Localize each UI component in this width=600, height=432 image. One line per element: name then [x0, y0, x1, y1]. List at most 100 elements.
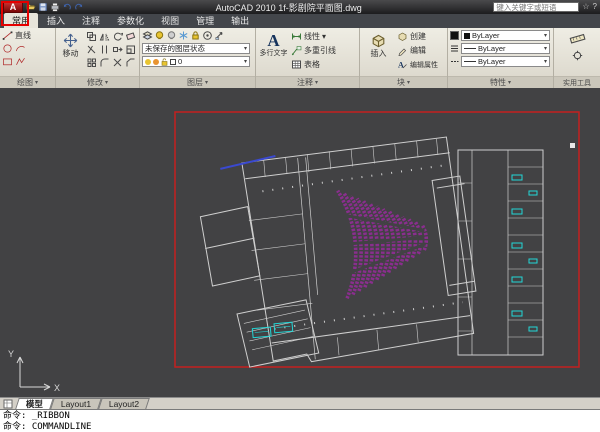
multileader-button[interactable]: 多重引线: [291, 44, 357, 57]
edit-block-icon: [397, 45, 408, 56]
panel-label-properties[interactable]: 特性 ▾: [448, 76, 553, 88]
layer-dropdown[interactable]: 0 ▾: [142, 56, 250, 67]
panel-label-draw[interactable]: 绘图 ▾: [0, 76, 55, 88]
lineweight-value: ByLayer: [478, 44, 506, 53]
dropdown-arrow-icon: ▾: [544, 32, 547, 39]
layer-isolate-icon[interactable]: [202, 30, 213, 41]
modify-tool-grid: [85, 30, 137, 76]
object-color-icon[interactable]: [450, 31, 459, 40]
svg-text:A: A: [398, 61, 404, 70]
trim-icon[interactable]: [85, 43, 98, 56]
unlock-icon: [161, 58, 168, 66]
rectangle-icon[interactable]: [2, 56, 13, 67]
tab-layout1[interactable]: Layout1: [50, 398, 102, 409]
offset-icon[interactable]: [98, 43, 111, 56]
mirror-icon[interactable]: [98, 30, 111, 43]
mtext-label: 多行文字: [260, 50, 288, 58]
fillet-icon[interactable]: [98, 56, 111, 69]
panel-label-annotation[interactable]: 注释 ▾: [256, 76, 359, 88]
layer-properties-icon[interactable]: [142, 30, 153, 41]
edit-attributes-button[interactable]: A 编辑属性: [397, 58, 445, 71]
grip-point[interactable]: [570, 143, 575, 148]
tab-layout2[interactable]: Layout2: [98, 398, 150, 409]
move-button[interactable]: 移动: [58, 30, 83, 76]
undo-icon[interactable]: [62, 2, 72, 12]
scale-icon[interactable]: [124, 43, 137, 56]
chamfer-icon[interactable]: [124, 56, 137, 69]
linetype-value: ByLayer: [478, 57, 506, 66]
layer-lock-icon[interactable]: [190, 30, 201, 41]
table-icon: [291, 59, 302, 70]
mtext-button[interactable]: A 多行文字: [258, 30, 289, 76]
layer-on-icon[interactable]: [154, 30, 165, 41]
search-input[interactable]: [493, 2, 579, 12]
ribbon-tab-insert[interactable]: 插入: [39, 13, 73, 28]
title-bar: A AutoCAD 2010 1f-影剧院平面图.dwg ☆ ?: [0, 0, 600, 14]
lineweight-dropdown[interactable]: ByLayer ▾: [461, 43, 550, 54]
plot-icon[interactable]: [50, 2, 60, 12]
ribbon-tab-manage[interactable]: 管理: [188, 13, 222, 28]
create-block-button[interactable]: 创建: [397, 30, 445, 43]
panel-properties: ByLayer ▾ ByLayer ▾: [448, 28, 554, 88]
cyan-fixtures-right: [512, 175, 537, 331]
main-building-block: [195, 136, 480, 371]
linetype-dropdown[interactable]: ByLayer ▾: [461, 56, 550, 67]
dropdown-arrow-icon: ▾: [35, 79, 38, 86]
circle-icon[interactable]: [2, 43, 13, 54]
layout-tab-nav[interactable]: [3, 399, 13, 409]
model-space-icon: [3, 399, 13, 409]
save-icon[interactable]: [38, 2, 48, 12]
layer-tools-row: [142, 30, 250, 41]
layer-match-icon[interactable]: [214, 30, 225, 41]
panel-label-block[interactable]: 块 ▾: [360, 76, 447, 88]
ribbon-tab-bar: 常用 插入 注释 参数化 视图 管理 输出: [0, 14, 600, 28]
drawing-canvas[interactable]: Y X: [0, 91, 600, 397]
measure-icon[interactable]: [569, 30, 586, 47]
lineweight-icon[interactable]: [450, 44, 459, 53]
erase-icon[interactable]: [124, 30, 137, 43]
tab-model[interactable]: 模型: [15, 398, 54, 409]
explode-icon[interactable]: [111, 56, 124, 69]
copy-icon[interactable]: [85, 30, 98, 43]
layer-freeze-icon[interactable]: [178, 30, 189, 41]
dropdown-arrow-icon: ▾: [544, 58, 547, 65]
help-icon[interactable]: ?: [593, 2, 597, 12]
table-button[interactable]: 表格: [291, 58, 357, 71]
command-line-window[interactable]: 命令: _RIBBON 命令: COMMANDLINE: [0, 409, 600, 432]
layer-off-icon[interactable]: [166, 30, 177, 41]
insert-block-button[interactable]: 插入: [362, 30, 395, 76]
multileader-icon: [291, 45, 302, 56]
panel-modify: 移动 修改 ▾: [56, 28, 140, 88]
ribbon-tab-annotate[interactable]: 注释: [74, 13, 108, 28]
array-icon[interactable]: [85, 56, 98, 69]
drawing-area[interactable]: Y X: [0, 88, 600, 397]
multileader-label: 多重引线: [304, 45, 336, 56]
edit-block-label: 编辑: [410, 45, 426, 56]
ribbon-tab-output[interactable]: 输出: [223, 13, 257, 28]
panel-draw: 直线 绘图 ▾: [0, 28, 56, 88]
ribbon: 直线 绘图 ▾: [0, 28, 600, 88]
arc-icon[interactable]: [15, 43, 26, 54]
edit-block-button[interactable]: 编辑: [397, 44, 445, 57]
color-swatch: [464, 33, 470, 39]
polyline-icon[interactable]: [15, 56, 26, 67]
color-dropdown[interactable]: ByLayer ▾: [461, 30, 550, 41]
layer-state-dropdown[interactable]: 未保存的图层状态 ▾: [142, 43, 250, 54]
ribbon-tab-view[interactable]: 视图: [153, 13, 187, 28]
linetype-icon[interactable]: [450, 57, 459, 66]
panel-label-layers[interactable]: 图层 ▾: [140, 76, 255, 88]
create-block-label: 创建: [410, 31, 426, 42]
panel-label-utilities[interactable]: 实用工具: [554, 76, 600, 88]
layer-state-value: 未保存的图层状态: [145, 43, 205, 54]
id-point-icon[interactable]: [572, 50, 583, 61]
ribbon-tab-parametric[interactable]: 参数化: [109, 13, 152, 28]
stretch-icon[interactable]: [111, 43, 124, 56]
window-title: AutoCAD 2010 1f-影剧院平面图.dwg: [87, 1, 490, 14]
rotate-icon[interactable]: [111, 30, 124, 43]
dimension-linear-button[interactable]: 线性 ▾: [291, 30, 357, 43]
favorites-star-icon[interactable]: ☆: [582, 2, 589, 12]
redo-icon[interactable]: [74, 2, 84, 12]
insert-block-icon: [370, 32, 387, 49]
line-button[interactable]: 直线: [2, 30, 31, 41]
panel-label-modify[interactable]: 修改 ▾: [56, 76, 139, 88]
